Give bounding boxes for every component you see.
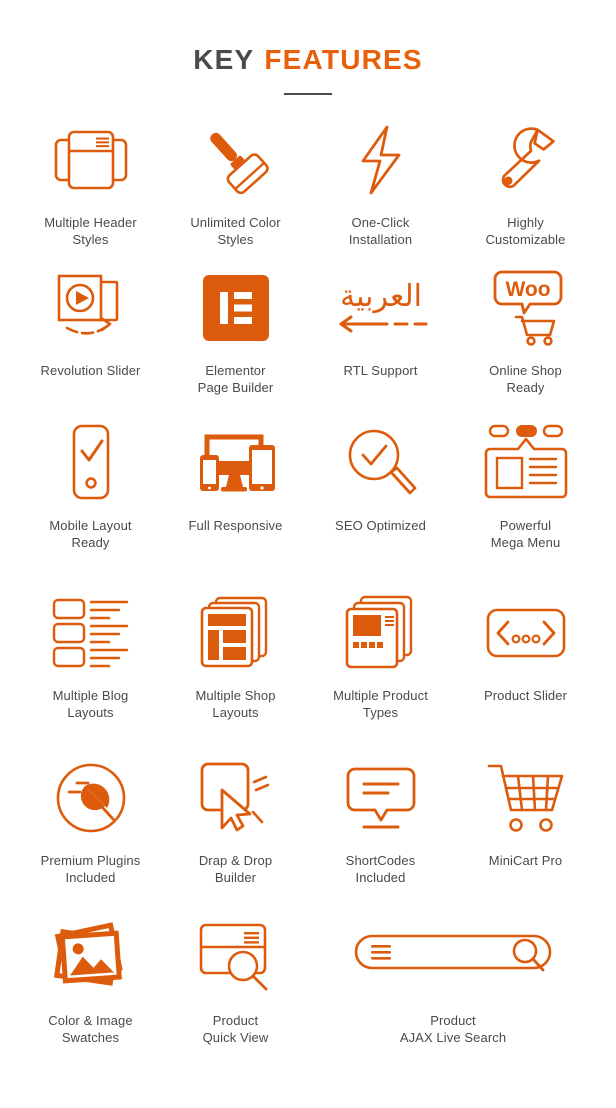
feature-premium-plugins-included[interactable]: Premium Plugins Included <box>18 755 163 915</box>
responsive-devices-icon <box>193 420 279 506</box>
feature-online-shop-ready[interactable]: Woo Online Shop Ready <box>453 265 598 420</box>
quick-view-card-icon <box>198 915 274 1001</box>
feature-label: RTL Support <box>343 363 418 378</box>
mobile-check-icon <box>66 420 116 506</box>
feature-product-slider[interactable]: Product Slider <box>453 590 598 755</box>
feature-seo-optimized[interactable]: SEO Optimized <box>308 420 453 590</box>
features-row: Premium Plugins Included Drap & Drop Bui <box>18 755 598 915</box>
feature-multiple-product-types[interactable]: Multiple Product Types <box>308 590 453 755</box>
feature-one-click-installation[interactable]: One-Click Installation <box>308 117 453 265</box>
feature-label: SEO Optimized <box>335 518 426 533</box>
elementor-logo-icon <box>202 265 269 351</box>
features-row: Mobile Layout Ready Full Responsive SEO … <box>18 420 598 590</box>
feature-label: One-Click Installation <box>348 215 413 247</box>
feature-label: ShortCodes Included <box>345 853 416 885</box>
title-divider <box>284 93 332 95</box>
feature-label: Multiple Header Styles <box>44 215 137 247</box>
lightning-bolt-icon <box>353 117 409 203</box>
feature-product-quick-view[interactable]: Product Quick View <box>163 915 308 1065</box>
page-header: KEY FEATURES <box>0 0 616 95</box>
feature-label: Multiple Product Types <box>333 688 428 720</box>
key-features-page: KEY FEATURES Multiple Header Styles Unli… <box>0 0 616 1108</box>
feature-full-responsive[interactable]: Full Responsive <box>163 420 308 590</box>
woo-text: Woo <box>505 278 550 301</box>
feature-mobile-layout-ready[interactable]: Mobile Layout Ready <box>18 420 163 590</box>
feature-label: Multiple Blog Layouts <box>52 688 129 720</box>
shopping-cart-icon <box>486 755 566 841</box>
search-bar-icon <box>353 915 553 1001</box>
feature-revolution-slider[interactable]: Revolution Slider <box>18 265 163 420</box>
woocommerce-cart-icon: Woo <box>486 265 566 351</box>
feature-drap-drop-builder[interactable]: Drap & Drop Builder <box>163 755 308 915</box>
wrench-icon <box>495 117 557 203</box>
feature-powerful-mega-menu[interactable]: Powerful Mega Menu <box>453 420 598 590</box>
feature-label: Multiple Shop Layouts <box>195 688 276 720</box>
feature-label: Highly Customizable <box>485 215 566 247</box>
feature-label: Drap & Drop Builder <box>198 853 273 885</box>
feature-label: Premium Plugins Included <box>40 853 141 885</box>
features-grid: Multiple Header Styles Unlimited Color S… <box>0 117 616 1065</box>
feature-product-ajax-live-search[interactable]: Product AJAX Live Search <box>308 915 598 1065</box>
feature-color-image-swatches[interactable]: Color & Image Swatches <box>18 915 163 1065</box>
feature-label: Product AJAX Live Search <box>399 1013 507 1045</box>
feature-label: Full Responsive <box>188 518 283 533</box>
feature-unlimited-color-styles[interactable]: Unlimited Color Styles <box>163 117 308 265</box>
speech-bubble-lines-icon <box>346 755 416 841</box>
paint-roller-icon <box>198 117 274 203</box>
plug-circle-icon <box>55 755 127 841</box>
features-row: Multiple Header Styles Unlimited Color S… <box>18 117 598 265</box>
feature-label: Unlimited Color Styles <box>190 215 281 247</box>
hamburger-icon <box>371 945 391 960</box>
feature-label: Product Quick View <box>202 1013 269 1045</box>
arabic-rtl-arrow-icon: العربية <box>329 265 433 351</box>
header-layout-icon <box>51 117 131 203</box>
slider-play-icon <box>49 265 133 351</box>
feature-label: Online Shop Ready <box>489 363 562 395</box>
photo-stack-icon <box>51 915 131 1001</box>
carousel-arrows-icon <box>486 590 566 676</box>
feature-multiple-shop-layouts[interactable]: Multiple Shop Layouts <box>163 590 308 755</box>
feature-label: Revolution Slider <box>40 363 141 378</box>
product-cards-icon <box>343 590 419 676</box>
feature-label: Powerful Mega Menu <box>490 518 561 550</box>
feature-label: Mobile Layout Ready <box>49 518 132 550</box>
features-row: Multiple Blog Layouts Multiple Shop Layo… <box>18 590 598 755</box>
feature-label: Product Slider <box>483 688 568 703</box>
blog-list-icon <box>51 590 131 676</box>
feature-multiple-header-styles[interactable]: Multiple Header Styles <box>18 117 163 265</box>
feature-multiple-blog-layouts[interactable]: Multiple Blog Layouts <box>18 590 163 755</box>
feature-label: Elementor Page Builder <box>197 363 274 395</box>
features-row: Revolution Slider Elementor Page Builder <box>18 265 598 420</box>
drag-drop-cursor-icon <box>196 755 276 841</box>
page-title: KEY FEATURES <box>0 46 616 74</box>
feature-elementor-page-builder[interactable]: Elementor Page Builder <box>163 265 308 420</box>
feature-shortcodes-included[interactable]: ShortCodes Included <box>308 755 453 915</box>
mega-menu-icon <box>484 420 568 506</box>
arabic-label: العربية <box>340 279 422 314</box>
shop-pages-icon <box>198 590 274 676</box>
features-row: Color & Image Swatches Product Quick Vie… <box>18 915 598 1065</box>
page-title-accent: FEATURES <box>264 44 423 75</box>
feature-minicart-pro[interactable]: MiniCart Pro <box>453 755 598 915</box>
page-title-primary: KEY <box>193 44 255 75</box>
feature-highly-customizable[interactable]: Highly Customizable <box>453 117 598 265</box>
magnifier-check-icon <box>344 420 418 506</box>
feature-rtl-support[interactable]: العربية RTL Support <box>308 265 453 420</box>
feature-label: Color & Image Swatches <box>48 1013 133 1045</box>
feature-label: MiniCart Pro <box>488 853 563 868</box>
